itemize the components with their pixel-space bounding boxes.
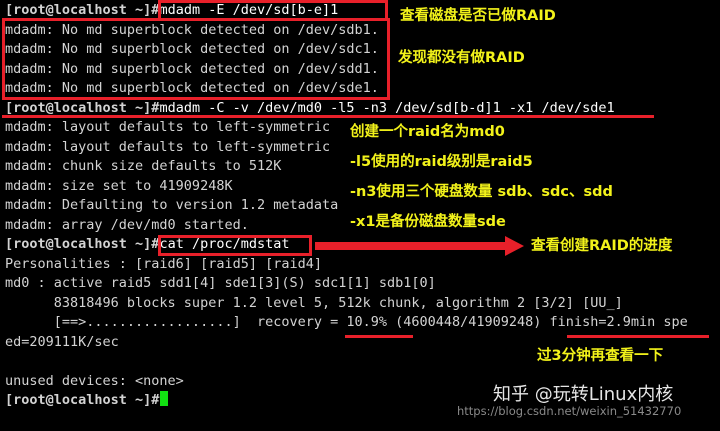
highlight-no-superblock-output xyxy=(2,18,390,100)
output-line: Personalities : [raid6] [raid5] [raid4] xyxy=(5,255,322,272)
command-text: mdadm -C -v /dev/md0 -l5 -n3 /dev/sd[b-d… xyxy=(159,99,615,116)
output-line: mdadm: chunk size defaults to 512K xyxy=(5,158,282,174)
annotation-create-raid: 创建一个raid名为md0 xyxy=(350,124,505,140)
output-line: 83818496 blocks super 1.2 level 5, 512k … xyxy=(5,294,623,311)
output-line: mdadm: layout defaults to left-symmetric xyxy=(5,138,331,155)
underline-create-command xyxy=(2,115,654,118)
watermark-url: https://blog.csdn.net/weixin_51432770 xyxy=(457,404,682,418)
shell-prompt: [root@localhost ~]# xyxy=(5,99,160,116)
underline-finish-time xyxy=(567,335,709,338)
watermark-brand: 知乎 @玩转Linux内核 xyxy=(493,384,674,405)
output-line: mdadm: layout defaults to left-symmetric xyxy=(5,119,331,135)
annotation-no-raid: 发现都没有做RAID xyxy=(398,50,525,66)
output-line: ed=209111K/sec xyxy=(5,333,119,350)
arrow-right-icon xyxy=(315,236,524,256)
shell-prompt: [root@localhost ~]# xyxy=(5,236,160,252)
annotation-spare-disk: -x1是备份磁盘数量sde xyxy=(350,214,506,230)
annotation-view-progress: 查看创建RAID的进度 xyxy=(531,238,673,254)
annotation-recheck: 过3分钟再查看一下 xyxy=(537,348,664,364)
terminal-cursor[interactable] xyxy=(160,391,169,406)
command-line: [root@localhost ~]# xyxy=(5,390,169,410)
output-line: [==>..................] recovery = 10.9%… xyxy=(5,314,688,330)
output-line: mdadm: array /dev/md0 started. xyxy=(5,216,249,233)
output-line: unused devices: <none> xyxy=(5,372,184,389)
annotation-disk-count: -n3使用三个硬盘数量 sdb、sdc、sdd xyxy=(350,184,613,200)
output-line: mdadm: Defaulting to version 1.2 metadat… xyxy=(5,197,339,213)
underline-recovery-percent xyxy=(345,335,413,338)
annotation-raid-level: -l5使用的raid级别是raid5 xyxy=(350,154,533,170)
output-line: mdadm: size set to 41909248K xyxy=(5,177,233,194)
highlight-mdstat-command xyxy=(158,235,312,256)
shell-prompt: [root@localhost ~]# xyxy=(5,392,160,408)
output-line: md0 : active raid5 sdd1[4] sde1[3](S) sd… xyxy=(5,275,436,291)
shell-prompt: [root@localhost ~]# xyxy=(5,2,160,18)
annotation-check-raid: 查看磁盘是否已做RAID xyxy=(400,8,556,24)
